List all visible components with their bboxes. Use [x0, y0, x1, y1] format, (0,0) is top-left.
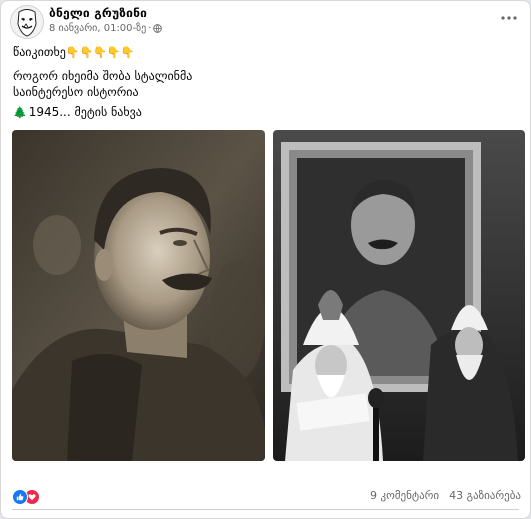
mask-avatar-icon[interactable] [10, 5, 44, 39]
footer-divider [12, 509, 519, 510]
photo-stalin-with-clergy[interactable] [273, 130, 525, 461]
meta-separator: · [148, 23, 152, 34]
read-prompt: წაიკითხე [13, 45, 66, 59]
post-text-line-2: როგორ იხეიმა შობა სტალინმა [13, 69, 193, 83]
globe-icon [153, 24, 163, 33]
post-text-year: 1945... [28, 105, 71, 119]
post-text-line-1: წაიკითხე👇👇👇👇👇 [13, 45, 134, 59]
photo-stalin-portrait[interactable] [12, 130, 265, 461]
post-author[interactable]: ბნელი გრუზინი [49, 6, 147, 20]
comments-count[interactable]: 9 კომენტარი [370, 489, 439, 502]
see-more-link[interactable]: მეტის ნახვა [75, 105, 142, 119]
like-icon [12, 489, 28, 505]
post-meta: 8 იანვარი, 01:00-ზე · [49, 23, 163, 34]
post-card: ბნელი გრუზინი 8 იანვარი, 01:00-ზე · წაიკ… [0, 0, 531, 519]
tree-emoji-icon: 🌲 [13, 106, 27, 119]
pointing-down-emoji-icon: 👇👇👇👇👇 [65, 46, 135, 59]
post-text-line-4: 🌲 1945... მეტის ნახვა [13, 105, 142, 119]
more-options-icon[interactable] [498, 7, 520, 29]
post-date[interactable]: 8 იანვარი, 01:00-ზე [49, 23, 146, 34]
post-stats: 9 კომენტარი 43 გაზიარება [370, 489, 521, 502]
shares-count[interactable]: 43 გაზიარება [449, 489, 521, 502]
reactions-summary[interactable] [12, 489, 40, 505]
post-text-line-3: საინტერესო ისტორია [13, 85, 139, 99]
